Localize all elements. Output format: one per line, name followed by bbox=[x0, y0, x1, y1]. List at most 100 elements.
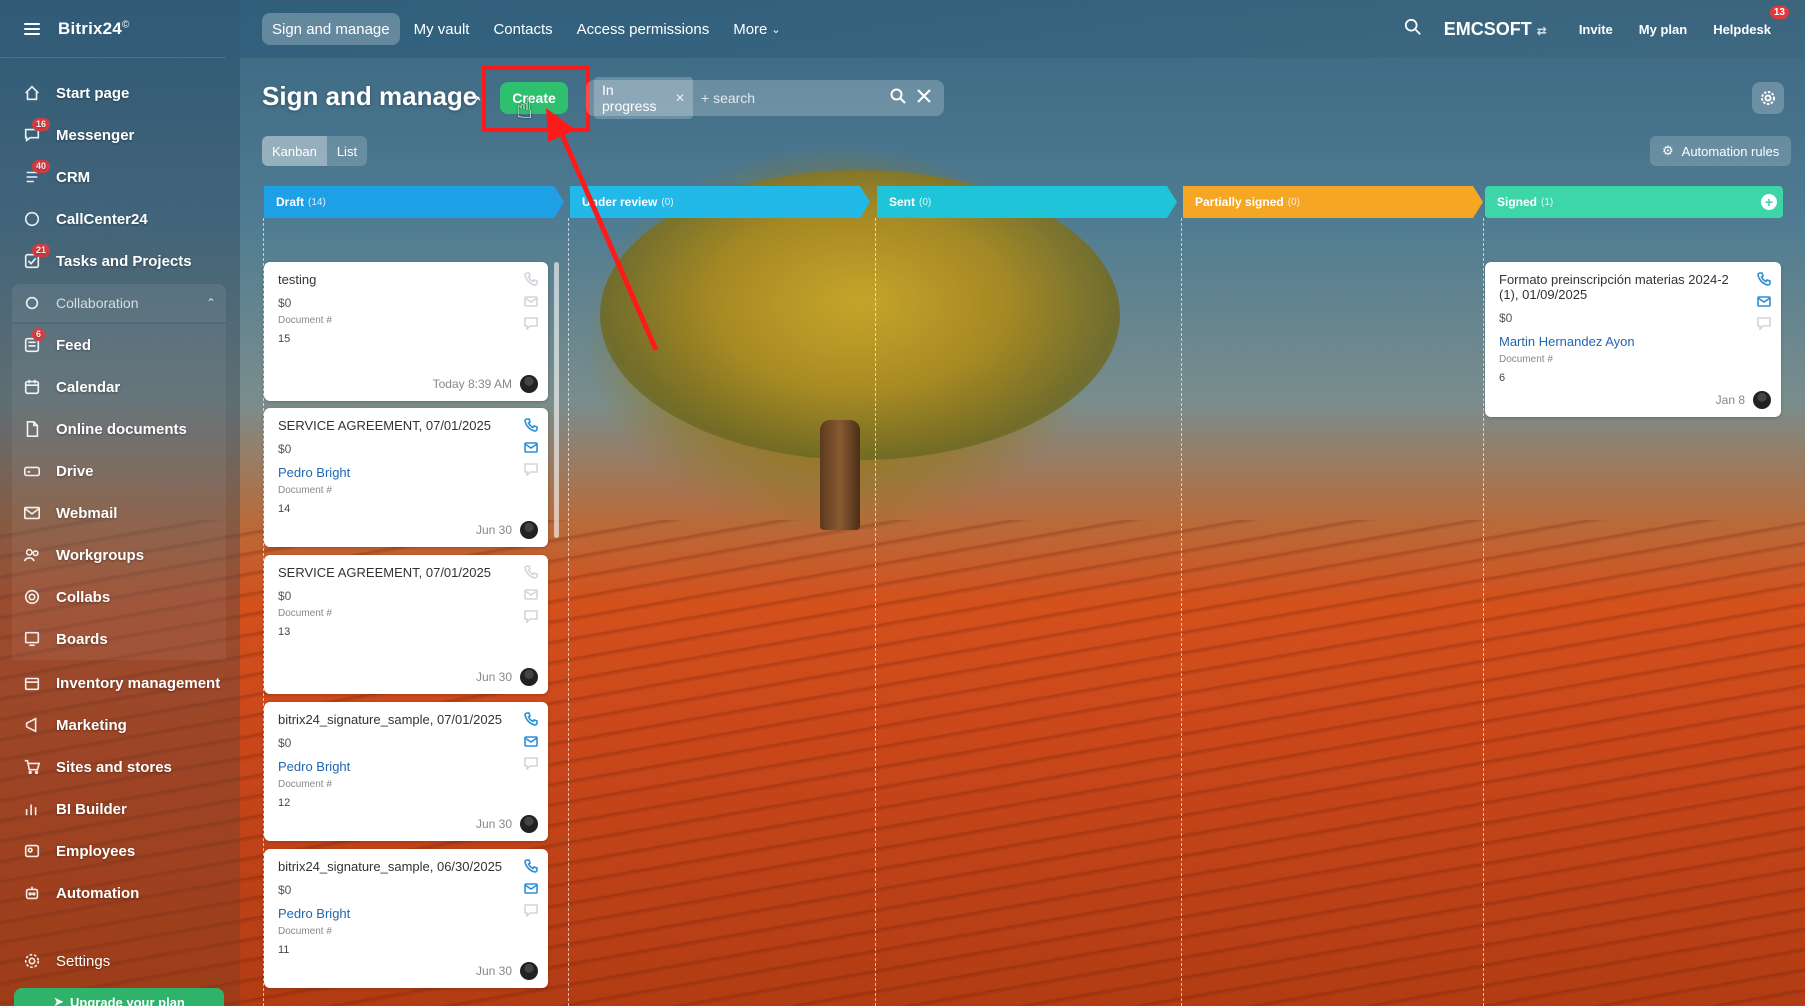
sidebar-item-label: Marketing bbox=[56, 716, 127, 734]
sidebar-item-settings[interactable]: Settings bbox=[0, 940, 110, 982]
sidebar-item-label: Boards bbox=[56, 630, 108, 648]
sidebar-item-crm[interactable]: 40 CRM bbox=[0, 156, 240, 198]
sidebar-item-start-page[interactable]: Start page bbox=[0, 72, 240, 114]
helpdesk-label: Helpdesk bbox=[1713, 21, 1771, 37]
sidebar-item-tasks-and-projects[interactable]: 21 Tasks and Projects bbox=[0, 240, 240, 282]
kanban-card[interactable]: Formato preinscripción materias 2024-2 (… bbox=[1485, 262, 1781, 417]
column-header-under-review[interactable]: Under review (0) bbox=[570, 186, 870, 218]
filter-search-box[interactable]: In progress ✕ bbox=[586, 77, 944, 119]
tab-my-vault[interactable]: My vault bbox=[404, 13, 480, 45]
avatar[interactable] bbox=[520, 521, 538, 539]
mail-icon[interactable] bbox=[524, 587, 538, 601]
card-date: Jun 30 bbox=[475, 670, 512, 684]
mail-icon[interactable] bbox=[1757, 294, 1771, 308]
avatar[interactable] bbox=[520, 962, 538, 980]
sidebar-item-bi-builder[interactable]: BI Builder bbox=[0, 788, 240, 830]
sidebar-item-drive[interactable]: Drive bbox=[12, 450, 226, 492]
tab-list[interactable]: List bbox=[327, 136, 367, 166]
tab-contacts[interactable]: Contacts bbox=[483, 13, 562, 45]
search-input[interactable] bbox=[701, 90, 882, 106]
automation-rules-button[interactable]: ⚙ Automation rules bbox=[1650, 136, 1792, 166]
comment-icon[interactable] bbox=[1757, 316, 1771, 330]
mail-icon[interactable] bbox=[524, 734, 538, 748]
tab-kanban[interactable]: Kanban bbox=[262, 136, 327, 166]
search-icon[interactable] bbox=[1404, 18, 1422, 41]
column-scrollbar[interactable] bbox=[554, 262, 559, 538]
kanban-card[interactable]: bitrix24_signature_sample, 07/01/2025 $0 P… bbox=[264, 702, 548, 841]
card-title[interactable]: SERVICE AGREEMENT, 07/01/2025 bbox=[278, 565, 534, 580]
comment-icon[interactable] bbox=[524, 903, 538, 917]
card-title[interactable]: testing bbox=[278, 272, 534, 287]
avatar[interactable] bbox=[520, 375, 538, 393]
sidebar-group-collaboration[interactable]: Collaboration ⌃ bbox=[12, 284, 226, 322]
sidebar-item-sites-and-stores[interactable]: Sites and stores bbox=[0, 746, 240, 788]
tab-sign-and-manage[interactable]: Sign and manage bbox=[262, 13, 400, 45]
comment-icon[interactable] bbox=[524, 756, 538, 770]
sidebar-item-webmail[interactable]: Webmail bbox=[12, 492, 226, 534]
column-header-sent[interactable]: Sent (0) bbox=[877, 186, 1177, 218]
card-contact-link[interactable]: Martin Hernandez Ayon bbox=[1499, 334, 1767, 349]
sidebar-group-label: Collaboration bbox=[56, 295, 139, 311]
sidebar-item-inventory-management[interactable]: Inventory management bbox=[0, 662, 240, 704]
sidebar-item-collabs[interactable]: Collabs bbox=[12, 576, 226, 618]
sidebar-item-messenger[interactable]: 16 Messenger bbox=[0, 114, 240, 156]
helpdesk-button[interactable]: Helpdesk 13 bbox=[1705, 5, 1789, 43]
phone-icon[interactable] bbox=[524, 272, 538, 286]
tab-access-permissions[interactable]: Access permissions bbox=[567, 13, 720, 45]
mail-icon[interactable] bbox=[524, 294, 538, 308]
kanban-card[interactable]: testing $0 Document # 15 Today 8:39 AM bbox=[264, 262, 548, 401]
card-title[interactable]: Formato preinscripción materias 2024-2 (… bbox=[1499, 272, 1767, 302]
phone-icon[interactable] bbox=[524, 859, 538, 873]
phone-icon[interactable] bbox=[524, 418, 538, 432]
sidebar-item-online-documents[interactable]: Online documents bbox=[12, 408, 226, 450]
sidebar-item-calendar[interactable]: Calendar bbox=[12, 366, 226, 408]
card-amount: $0 bbox=[278, 736, 292, 750]
sidebar-item-boards[interactable]: Boards bbox=[12, 618, 226, 660]
mail-icon[interactable] bbox=[524, 881, 538, 895]
phone-icon[interactable] bbox=[1757, 272, 1771, 286]
tab-more[interactable]: More ⌄ bbox=[723, 13, 790, 45]
column-header-partially-signed[interactable]: Partially signed (0) bbox=[1183, 186, 1483, 218]
card-contact-link[interactable]: Pedro Bright bbox=[278, 759, 534, 774]
my-plan-button[interactable]: My plan bbox=[1631, 16, 1695, 43]
kanban-card[interactable]: SERVICE AGREEMENT, 07/01/2025 $0 Pedro Bri… bbox=[264, 408, 548, 547]
card-title[interactable]: bitrix24_signature_sample, 07/01/2025 bbox=[278, 712, 534, 727]
kanban-card[interactable]: bitrix24_signature_sample, 06/30/2025 $0 P… bbox=[264, 849, 548, 988]
search-icon[interactable] bbox=[890, 88, 906, 109]
company-name[interactable]: EMCSOFT ⇄ bbox=[1444, 19, 1547, 40]
comment-icon[interactable] bbox=[524, 609, 538, 623]
sidebar-item-workgroups[interactable]: Workgroups bbox=[12, 534, 226, 576]
comment-icon[interactable] bbox=[524, 462, 538, 476]
card-title[interactable]: SERVICE AGREEMENT, 07/01/2025 bbox=[278, 418, 534, 433]
phone-icon[interactable] bbox=[524, 565, 538, 579]
chevron-up-icon[interactable]: ⌃ bbox=[206, 296, 216, 310]
column-header-signed[interactable]: Signed (1) + bbox=[1485, 186, 1783, 218]
card-title[interactable]: bitrix24_signature_sample, 06/30/2025 bbox=[278, 859, 534, 874]
pin-icon[interactable] bbox=[470, 94, 482, 106]
card-contact-link[interactable]: Pedro Bright bbox=[278, 906, 534, 921]
comment-icon[interactable] bbox=[524, 316, 538, 330]
card-contact-link[interactable]: Pedro Bright bbox=[278, 465, 534, 480]
column-divider bbox=[1181, 218, 1182, 1006]
kanban-card[interactable]: SERVICE AGREEMENT, 07/01/2025 $0 Document … bbox=[264, 555, 548, 694]
close-icon[interactable]: ✕ bbox=[675, 91, 685, 105]
avatar[interactable] bbox=[1753, 391, 1771, 409]
sidebar-item-employees[interactable]: Employees bbox=[0, 830, 240, 872]
brand-logo[interactable]: Bitrix24© bbox=[58, 19, 130, 39]
upgrade-plan-button[interactable]: ➤ Upgrade your plan bbox=[14, 988, 224, 1006]
phone-icon[interactable] bbox=[524, 712, 538, 726]
avatar[interactable] bbox=[520, 668, 538, 686]
clear-icon[interactable] bbox=[916, 88, 932, 109]
add-stage-icon[interactable]: + bbox=[1761, 194, 1777, 210]
settings-gear-button[interactable] bbox=[1752, 82, 1784, 114]
sidebar-item-marketing[interactable]: Marketing bbox=[0, 704, 240, 746]
sidebar-item-callcenter24[interactable]: CallCenter24 bbox=[0, 198, 240, 240]
sidebar-item-automation[interactable]: Automation bbox=[0, 872, 240, 914]
menu-icon[interactable] bbox=[24, 22, 40, 35]
column-header-draft[interactable]: Draft (14) bbox=[264, 186, 564, 218]
avatar[interactable] bbox=[520, 815, 538, 833]
invite-button[interactable]: Invite bbox=[1571, 16, 1621, 43]
filter-chip[interactable]: In progress ✕ bbox=[594, 77, 693, 119]
mail-icon[interactable] bbox=[524, 440, 538, 454]
sidebar-item-feed[interactable]: 6 Feed bbox=[12, 324, 226, 366]
